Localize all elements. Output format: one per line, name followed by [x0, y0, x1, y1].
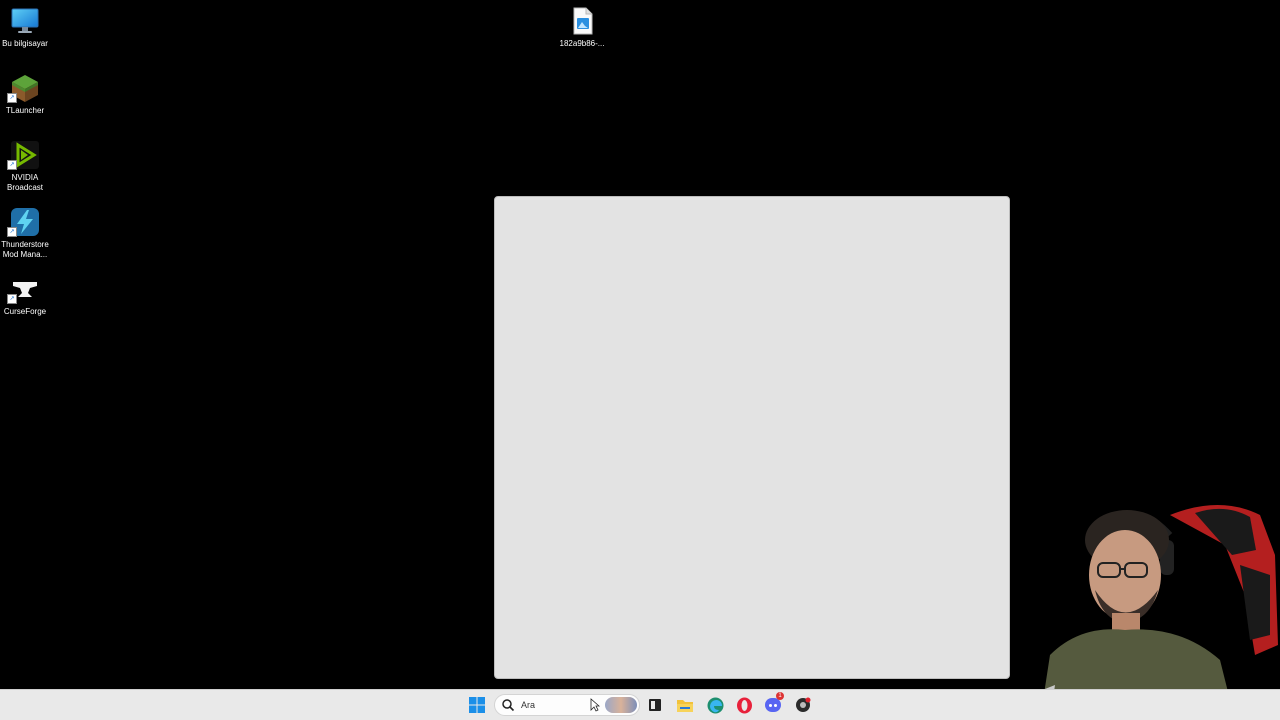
desktop-icon-label: TLauncher [5, 106, 45, 115]
opera-button[interactable] [732, 694, 756, 716]
file-explorer-button[interactable] [673, 694, 697, 716]
minecraft-grass-block-icon: ↗ [7, 73, 40, 103]
task-view-icon [649, 699, 661, 711]
app-icon [796, 697, 811, 712]
taskbar-search-box[interactable]: Ara [494, 694, 640, 716]
folder-icon [677, 700, 693, 712]
desktop-icon-label: CurseForge [3, 307, 47, 316]
opera-icon [736, 697, 752, 713]
windows-start-icon [469, 697, 485, 713]
taskbar: Ara 1 [0, 689, 1280, 720]
start-button[interactable] [465, 694, 489, 716]
shortcut-arrow-icon: ↗ [7, 294, 17, 304]
webcam-overlay [1020, 495, 1280, 720]
shortcut-arrow-icon: ↗ [7, 93, 17, 103]
desktop-icon-label: NVIDIA Broadcast [6, 173, 44, 192]
discord-button[interactable]: 1 [761, 692, 785, 716]
task-view-button[interactable] [643, 694, 667, 716]
desktop-icon-this-pc[interactable]: Bu bilgisayar [0, 6, 50, 49]
curseforge-anvil-icon: ↗ [7, 274, 40, 304]
notification-badge: 1 [776, 692, 784, 700]
shortcut-arrow-icon: ↗ [7, 227, 17, 237]
mouse-cursor-icon [590, 698, 601, 717]
edge-button[interactable] [703, 694, 727, 716]
app-button[interactable] [791, 694, 815, 716]
desktop-icon-label: Bu bilgisayar [2, 39, 48, 48]
shortcut-arrow-icon: ↗ [7, 160, 17, 170]
blank-app-window[interactable] [494, 196, 1010, 679]
desktop-icon-thunderstore[interactable]: ↗ Thunderstore Mod Mana... [0, 207, 50, 260]
monitor-icon [10, 6, 40, 36]
desktop-icon-nvidia-broadcast[interactable]: ↗ NVIDIA Broadcast [0, 140, 50, 193]
thunderstore-icon: ↗ [7, 207, 40, 237]
desktop-icon-label: 182a9b86-... [559, 39, 605, 48]
image-file-icon [567, 6, 597, 36]
search-highlight-image [605, 697, 637, 713]
search-icon [502, 699, 515, 712]
desktop-icon-image-file[interactable]: 182a9b86-... [557, 6, 607, 49]
desktop: Bu bilgisayar ↗ TLauncher ↗ NVIDIA Broad… [0, 0, 1280, 720]
desktop-icon-curseforge[interactable]: ↗ CurseForge [0, 274, 50, 317]
desktop-icon-tlauncher[interactable]: ↗ TLauncher [0, 73, 50, 116]
edge-icon [707, 697, 723, 713]
desktop-icon-label: Thunderstore Mod Mana... [1, 240, 49, 259]
nvidia-broadcast-icon: ↗ [7, 140, 40, 170]
